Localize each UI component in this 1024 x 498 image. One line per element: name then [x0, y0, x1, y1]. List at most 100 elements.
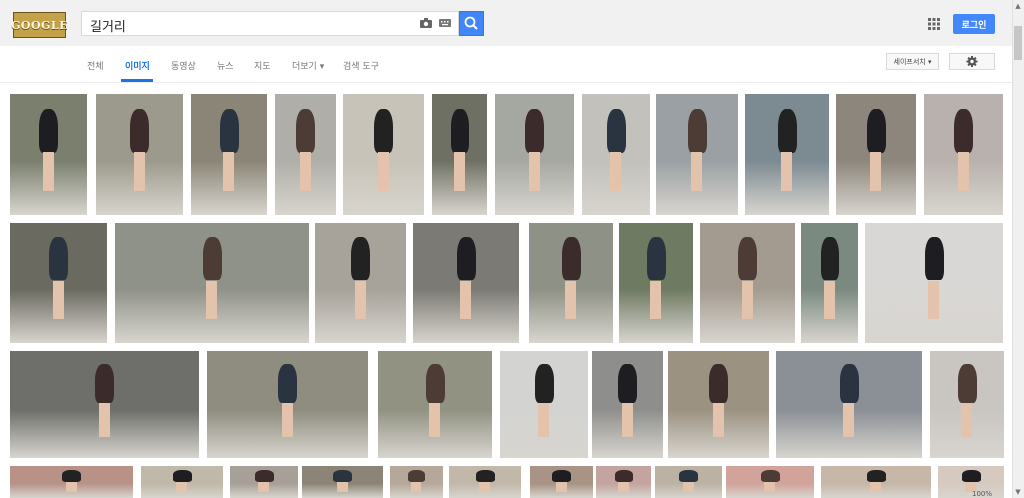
- image-result-thumbnail[interactable]: [10, 223, 107, 343]
- image-result-thumbnail[interactable]: [449, 466, 521, 498]
- person-figure: [95, 364, 114, 403]
- image-result-thumbnail[interactable]: [938, 466, 1004, 498]
- image-result-thumbnail[interactable]: [821, 466, 931, 498]
- person-figure: [761, 470, 780, 482]
- tab-images[interactable]: 이미지: [125, 59, 150, 72]
- person-legs: [713, 403, 724, 437]
- image-result-thumbnail[interactable]: [865, 223, 1003, 343]
- image-result-thumbnail[interactable]: [275, 94, 336, 215]
- login-button[interactable]: 로그인: [953, 14, 995, 34]
- person-legs: [134, 152, 145, 191]
- image-result-thumbnail[interactable]: [930, 351, 1004, 458]
- person-figure: [778, 109, 797, 153]
- image-result-thumbnail[interactable]: [596, 466, 651, 498]
- image-result-thumbnail[interactable]: [776, 351, 922, 458]
- person-legs: [610, 152, 621, 191]
- camera-icon[interactable]: [420, 18, 432, 28]
- search-input[interactable]: 길거리: [81, 11, 459, 36]
- person-figure: [408, 470, 425, 482]
- person-figure: [351, 237, 370, 280]
- apps-icon[interactable]: [928, 18, 940, 30]
- person-figure: [255, 470, 274, 482]
- person-figure: [203, 237, 222, 280]
- person-legs: [781, 152, 792, 191]
- image-result-thumbnail[interactable]: [432, 94, 487, 215]
- image-result-thumbnail[interactable]: [726, 466, 814, 498]
- image-result-thumbnail[interactable]: [230, 466, 298, 498]
- image-result-thumbnail[interactable]: [529, 223, 613, 343]
- person-legs: [691, 152, 702, 191]
- image-result-thumbnail[interactable]: [315, 223, 406, 343]
- person-figure: [426, 364, 445, 403]
- image-result-thumbnail[interactable]: [10, 94, 87, 215]
- image-result-thumbnail[interactable]: [141, 466, 223, 498]
- person-legs: [529, 152, 540, 191]
- image-result-thumbnail[interactable]: [302, 466, 383, 498]
- image-result-thumbnail[interactable]: [378, 351, 492, 458]
- search-query[interactable]: 길거리: [90, 16, 126, 35]
- safesearch-button[interactable]: 세이프서치 ▾: [886, 53, 939, 70]
- person-figure: [962, 470, 981, 482]
- image-result-thumbnail[interactable]: [390, 466, 443, 498]
- person-figure: [130, 109, 149, 153]
- image-result-thumbnail[interactable]: [191, 94, 267, 215]
- person-legs: [742, 281, 753, 319]
- scroll-up-arrow-icon[interactable]: ▲: [1014, 2, 1022, 10]
- tab-maps[interactable]: 지도: [254, 59, 271, 72]
- person-legs: [618, 482, 629, 492]
- image-result-thumbnail[interactable]: [530, 466, 593, 498]
- person-legs: [282, 403, 293, 437]
- person-legs: [258, 482, 269, 492]
- person-figure: [867, 109, 886, 153]
- image-result-thumbnail[interactable]: [413, 223, 519, 343]
- image-result-thumbnail[interactable]: [801, 223, 858, 343]
- scroll-down-arrow-icon[interactable]: ▼: [1014, 488, 1022, 496]
- tab-all[interactable]: 전체: [87, 59, 104, 72]
- person-legs: [650, 281, 661, 319]
- person-legs: [870, 482, 881, 492]
- image-result-thumbnail[interactable]: [592, 351, 663, 458]
- search-tabs: 전체 이미지 동영상 뉴스 지도 더보기 ▾ 검색 도구: [0, 46, 1012, 83]
- tab-search-tools[interactable]: 검색 도구: [343, 59, 379, 72]
- person-figure: [821, 237, 839, 280]
- tab-more[interactable]: 더보기 ▾: [292, 59, 324, 72]
- image-result-thumbnail[interactable]: [10, 351, 199, 458]
- google-doodle-logo[interactable]: GOOGLE: [11, 12, 68, 38]
- person-legs: [454, 152, 465, 191]
- image-result-thumbnail[interactable]: [655, 466, 722, 498]
- image-result-thumbnail[interactable]: [500, 351, 588, 458]
- person-legs: [928, 281, 939, 319]
- scrollbar-thumb[interactable]: [1014, 26, 1022, 60]
- image-result-thumbnail[interactable]: [495, 94, 574, 215]
- image-result-thumbnail[interactable]: [700, 223, 795, 343]
- person-figure: [607, 109, 626, 153]
- image-result-thumbnail[interactable]: [582, 94, 650, 215]
- person-figure: [39, 109, 58, 153]
- search-button[interactable]: [459, 11, 484, 36]
- image-result-thumbnail[interactable]: [115, 223, 309, 343]
- person-legs: [378, 152, 389, 191]
- person-figure: [374, 109, 393, 153]
- search-icon: [464, 16, 478, 30]
- image-result-thumbnail[interactable]: [656, 94, 738, 215]
- image-result-thumbnail[interactable]: [619, 223, 693, 343]
- person-legs: [683, 482, 694, 492]
- person-figure: [562, 237, 581, 280]
- image-result-thumbnail[interactable]: [924, 94, 1003, 215]
- image-result-thumbnail[interactable]: [745, 94, 829, 215]
- person-figure: [840, 364, 859, 403]
- person-figure: [457, 237, 476, 280]
- image-result-thumbnail[interactable]: [668, 351, 769, 458]
- vertical-scrollbar[interactable]: [1012, 0, 1024, 498]
- keyboard-icon[interactable]: [439, 19, 451, 27]
- settings-button[interactable]: [949, 53, 995, 70]
- person-legs: [764, 482, 775, 492]
- person-legs: [538, 403, 549, 437]
- image-result-thumbnail[interactable]: [207, 351, 368, 458]
- tab-news[interactable]: 뉴스: [217, 59, 234, 72]
- image-result-thumbnail[interactable]: [10, 466, 133, 498]
- image-result-thumbnail[interactable]: [836, 94, 916, 215]
- tab-videos[interactable]: 동영상: [171, 59, 196, 72]
- image-result-thumbnail[interactable]: [96, 94, 183, 215]
- image-result-thumbnail[interactable]: [343, 94, 424, 215]
